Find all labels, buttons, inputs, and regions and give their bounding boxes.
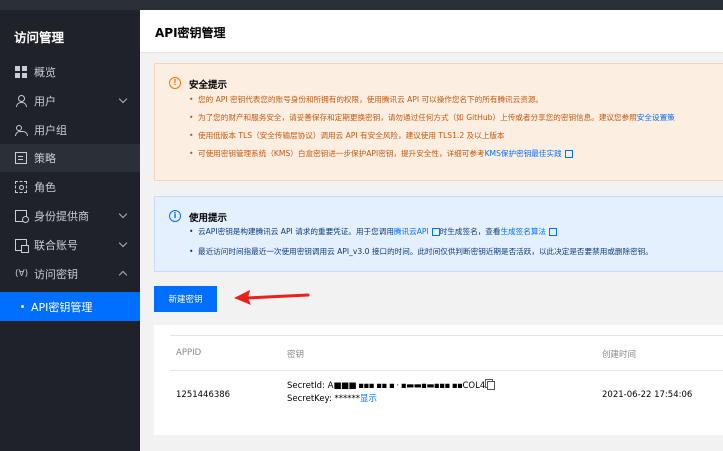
active-dot-icon — [21, 305, 24, 308]
table-header: APPID 密钥 创建时间 — [170, 336, 723, 371]
appid-cell: 1251446386 — [176, 390, 231, 400]
sidebar-item-api-key-management[interactable]: API密钥管理 — [0, 292, 140, 321]
secret-id: SecretId: A■■■ ▪▪▪ ▪▪ ▪ · ▪▬▬▪▬▪▪▪ ▪▪COL… — [287, 380, 496, 393]
key-table: APPID 密钥 创建时间 1251446386 SecretId: A■■■ … — [170, 335, 723, 416]
main-content: ! 安全提示 您的 API 密钥代表您的账号身份和所拥有的权限，使用腾讯云 AP… — [140, 53, 723, 451]
sidebar-item-federated-accounts[interactable]: 联合账号 — [0, 231, 140, 259]
user-group-icon — [15, 124, 28, 136]
warning-icon: ! — [169, 77, 181, 89]
show-secret-key-link[interactable]: 显示 — [360, 394, 377, 404]
security-tip-list: 您的 API 密钥代表您的账号身份和所拥有的权限，使用腾讯云 API 可以操作您… — [189, 95, 675, 167]
user-icon — [15, 95, 27, 107]
federated-account-icon — [15, 239, 29, 253]
external-link-icon — [431, 228, 440, 236]
secret-key: SecretKey: ******显示 — [287, 394, 378, 404]
usage-tip-title: 使用提示 — [189, 213, 228, 224]
create-key-button[interactable]: 新建密钥 — [154, 286, 217, 312]
sidebar-item-policies[interactable]: 策略 — [0, 144, 140, 172]
list-item: 您的 API 密钥代表您的账号身份和所拥有的权限，使用腾讯云 API 可以操作您… — [189, 95, 675, 104]
sidebar-title: 访问管理 — [14, 30, 65, 45]
security-settings-link[interactable]: 安全设置策 — [637, 113, 675, 122]
copy-icon[interactable] — [487, 381, 496, 390]
key-cell: SecretId: A■■■ ▪▪▪ ▪▪ ▪ · ▪▬▬▪▬▪▪▪ ▪▪COL… — [287, 380, 496, 406]
list-item: 可使用密钥管理系统（KMS）白盒密钥进一步保护API密钥，提升安全性，详细可参考… — [189, 149, 675, 158]
sidebar-item-label: 概览 — [34, 66, 56, 79]
sidebar-item-roles[interactable]: 角色 — [0, 173, 140, 201]
column-header-key: 密钥 — [287, 350, 305, 360]
signature-algorithm-link[interactable]: 生成签名算法 — [500, 227, 546, 236]
column-header-created: 创建时间 — [602, 350, 637, 360]
sidebar-item-label: 身份提供商 — [34, 210, 89, 223]
page-header: API密钥管理 — [140, 10, 723, 53]
top-strip — [0, 0, 723, 10]
key-table-panel: APPID 密钥 创建时间 1251446386 SecretId: A■■■ … — [154, 325, 723, 435]
created-time-cell: 2021-06-22 17:54:06 — [602, 390, 693, 400]
security-tip-title: 安全提示 — [189, 80, 228, 91]
chevron-up-icon — [118, 270, 128, 280]
list-item: 云API密钥是构建腾讯云 API 请求的重要凭证。用于您调用腾讯云API时生成签… — [189, 227, 653, 236]
access-key-icon: (∀) — [15, 269, 29, 279]
cloud-api-link[interactable]: 腾讯云API — [394, 227, 429, 236]
kms-best-practice-link[interactable]: KMS保护密钥最佳实践 — [485, 149, 562, 158]
chevron-down-icon — [118, 94, 128, 104]
external-link-icon — [564, 150, 573, 158]
sidebar: 访问管理 概览 用户 用户组 策略 角色 身份提供商 联合账号 (∀) 访问密钥… — [0, 10, 140, 451]
sidebar-item-user-groups[interactable]: 用户组 — [0, 116, 140, 144]
policy-icon — [15, 152, 27, 164]
table-row: 1251446386 SecretId: A■■■ ▪▪▪ ▪▪ ▪ · ▪▬▬… — [170, 371, 723, 416]
sidebar-item-access-keys[interactable]: (∀) 访问密钥 — [0, 260, 140, 288]
page-title: API密钥管理 — [155, 26, 226, 40]
sidebar-item-label: 用户组 — [34, 124, 67, 137]
sidebar-item-overview[interactable]: 概览 — [0, 58, 140, 86]
sidebar-item-users[interactable]: 用户 — [0, 87, 140, 115]
chevron-down-icon — [118, 209, 128, 219]
external-link-icon — [549, 228, 558, 236]
list-item: 使用低版本 TLS（安全传输层协议）调用云 API 有安全风险，建议使用 TLS… — [189, 131, 675, 140]
usage-tip-list: 云API密钥是构建腾讯云 API 请求的重要凭证。用于您调用腾讯云API时生成签… — [189, 227, 653, 267]
role-icon — [15, 181, 27, 193]
security-tip-alert: ! 安全提示 您的 API 密钥代表您的账号身份和所拥有的权限，使用腾讯云 AP… — [154, 63, 723, 181]
sidebar-item-label: 策略 — [34, 152, 56, 165]
list-item: 为了您的财产和服务安全，请妥善保存和定期更换密钥，请勿通过任何方式（如 GitH… — [189, 113, 675, 122]
column-header-appid: APPID — [176, 348, 202, 358]
sidebar-item-label: 联合账号 — [34, 239, 78, 252]
identity-provider-icon — [15, 210, 29, 223]
sidebar-item-identity-providers[interactable]: 身份提供商 — [0, 202, 140, 230]
annotation-arrow-icon — [234, 290, 310, 305]
usage-tip-alert: i 使用提示 云API密钥是构建腾讯云 API 请求的重要凭证。用于您调用腾讯云… — [154, 196, 723, 272]
info-icon: i — [169, 210, 181, 222]
sidebar-item-label: 用户 — [34, 95, 56, 108]
sidebar-item-label: API密钥管理 — [31, 300, 93, 314]
list-item: 最近访问时间指最近一次使用密钥调用云 API_v3.0 接口的时间。此时间仅供判… — [189, 247, 653, 256]
chevron-down-icon — [118, 238, 128, 248]
sidebar-item-label: 访问密钥 — [34, 268, 78, 281]
sidebar-item-label: 角色 — [34, 181, 56, 194]
overview-icon — [15, 66, 27, 78]
